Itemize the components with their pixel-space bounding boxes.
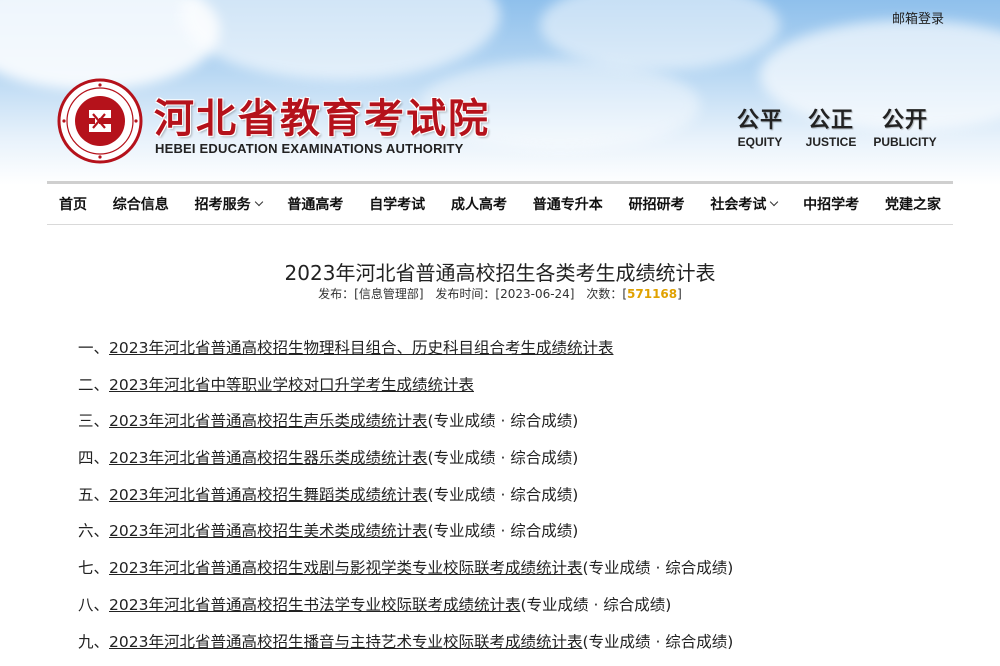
nav-label: 社会考试 bbox=[710, 194, 766, 214]
nav-item-gaokao[interactable]: 普通高考 bbox=[287, 194, 343, 214]
motto-cn: 公开 bbox=[866, 106, 944, 134]
motto-cn: 公平 bbox=[721, 106, 799, 134]
publisher-value: [信息管理部] bbox=[354, 287, 423, 301]
item-number: 九、 bbox=[78, 633, 109, 651]
item-number: 一、 bbox=[78, 339, 109, 357]
item-link[interactable]: 2023年河北省普通高校招生物理科目组合、历史科目组合考生成绩统计表 bbox=[109, 339, 613, 357]
bracket-close: ] bbox=[677, 287, 682, 301]
motto-cn: 公正 bbox=[792, 106, 870, 134]
item-number: 七、 bbox=[78, 559, 109, 577]
list-item: 九、2023年河北省普通高校招生播音与主持艺术专业校际联考成绩统计表(专业成绩 … bbox=[78, 630, 733, 666]
item-link[interactable]: 2023年河北省普通高校招生声乐类成绩统计表 bbox=[109, 412, 427, 430]
item-note: (专业成绩 · 综合成绩) bbox=[582, 633, 733, 651]
nav-item-upgrade-exam[interactable]: 普通专升本 bbox=[533, 194, 603, 214]
list-item: 六、2023年河北省普通高校招生美术类成绩统计表(专业成绩 · 综合成绩) bbox=[78, 519, 733, 556]
nav-label: 普通高考 bbox=[287, 194, 343, 214]
nav-label: 普通专升本 bbox=[533, 194, 603, 214]
publish-time: 发布时间：[2023-06-24] bbox=[435, 287, 574, 301]
motto-en: JUSTICE bbox=[792, 134, 870, 150]
motto-publicity: 公开 PUBLICITY bbox=[866, 106, 944, 150]
list-item: 一、2023年河北省普通高校招生物理科目组合、历史科目组合考生成绩统计表 bbox=[78, 336, 733, 373]
publisher-info: 发布：[信息管理部] bbox=[318, 287, 423, 301]
item-number: 六、 bbox=[78, 522, 109, 540]
list-item: 四、2023年河北省普通高校招生器乐类成绩统计表(专业成绩 · 综合成绩) bbox=[78, 446, 733, 483]
nav-item-adult-exam[interactable]: 成人高考 bbox=[451, 194, 507, 214]
nav-item-middle-school-exam[interactable]: 中招学考 bbox=[803, 194, 859, 214]
item-number: 二、 bbox=[78, 376, 109, 394]
list-item: 二、2023年河北省中等职业学校对口升学考生成绩统计表 bbox=[78, 373, 733, 410]
item-link[interactable]: 2023年河北省普通高校招生戏剧与影视学类专业校际联考成绩统计表 bbox=[109, 559, 582, 577]
view-count: 次数：[571168] bbox=[586, 287, 682, 301]
item-link[interactable]: 2023年河北省中等职业学校对口升学考生成绩统计表 bbox=[109, 376, 474, 394]
authority-seal-logo bbox=[57, 78, 143, 164]
nav-label: 党建之家 bbox=[885, 194, 941, 214]
list-item: 七、2023年河北省普通高校招生戏剧与影视学类专业校际联考成绩统计表(专业成绩 … bbox=[78, 556, 733, 593]
item-note: (专业成绩 · 综合成绩) bbox=[427, 522, 578, 540]
site-subtitle: HEBEI EDUCATION EXAMINATIONS AUTHORITY bbox=[155, 141, 464, 156]
header-banner bbox=[0, 0, 1000, 185]
nav-item-graduate-exam[interactable]: 研招研考 bbox=[629, 194, 685, 214]
nav-item-party-building[interactable]: 党建之家 bbox=[885, 194, 941, 214]
publish-time-value: [2023-06-24] bbox=[495, 287, 574, 301]
item-link[interactable]: 2023年河北省普通高校招生器乐类成绩统计表 bbox=[109, 449, 427, 467]
chevron-down-icon bbox=[770, 198, 778, 206]
email-login-link[interactable]: 邮箱登录 bbox=[892, 8, 944, 27]
item-number: 五、 bbox=[78, 486, 109, 504]
list-item: 三、2023年河北省普通高校招生声乐类成绩统计表(专业成绩 · 综合成绩) bbox=[78, 409, 733, 446]
nav-label: 招考服务 bbox=[195, 194, 251, 214]
item-link[interactable]: 2023年河北省普通高校招生美术类成绩统计表 bbox=[109, 522, 427, 540]
item-link[interactable]: 2023年河北省普通高校招生舞蹈类成绩统计表 bbox=[109, 486, 427, 504]
motto-en: EQUITY bbox=[721, 134, 799, 150]
nav-label: 综合信息 bbox=[113, 194, 169, 214]
score-table-list: 一、2023年河北省普通高校招生物理科目组合、历史科目组合考生成绩统计表 二、2… bbox=[78, 336, 733, 666]
item-note: (专业成绩 · 综合成绩) bbox=[520, 596, 671, 614]
site-title: 河北省教育考试院 bbox=[154, 86, 490, 144]
item-link[interactable]: 2023年河北省普通高校招生播音与主持艺术专业校际联考成绩统计表 bbox=[109, 633, 582, 651]
motto-equity: 公平 EQUITY bbox=[721, 106, 799, 150]
view-count-value: 571168 bbox=[627, 287, 677, 301]
item-note: (专业成绩 · 综合成绩) bbox=[427, 486, 578, 504]
chevron-down-icon bbox=[254, 198, 262, 206]
item-note: (专业成绩 · 综合成绩) bbox=[582, 559, 733, 577]
nav-label: 中招学考 bbox=[803, 194, 859, 214]
nav-item-general-info[interactable]: 综合信息 bbox=[113, 194, 169, 214]
article-meta: 发布：[信息管理部] 发布时间：[2023-06-24] 次数：[571168] bbox=[0, 285, 1000, 302]
view-count-label: 次数： bbox=[586, 287, 622, 301]
item-number: 三、 bbox=[78, 412, 109, 430]
item-number: 八、 bbox=[78, 596, 109, 614]
item-link[interactable]: 2023年河北省普通高校招生书法学专业校际联考成绩统计表 bbox=[109, 596, 520, 614]
motto-justice: 公正 JUSTICE bbox=[792, 106, 870, 150]
nav-label: 研招研考 bbox=[629, 194, 685, 214]
item-number: 四、 bbox=[78, 449, 109, 467]
list-item: 五、2023年河北省普通高校招生舞蹈类成绩统计表(专业成绩 · 综合成绩) bbox=[78, 483, 733, 520]
nav-item-self-study-exam[interactable]: 自学考试 bbox=[369, 194, 425, 214]
nav-label: 自学考试 bbox=[369, 194, 425, 214]
item-note: (专业成绩 · 综合成绩) bbox=[427, 449, 578, 467]
publisher-label: 发布： bbox=[318, 287, 354, 301]
nav-label: 成人高考 bbox=[451, 194, 507, 214]
nav-item-home[interactable]: 首页 bbox=[59, 194, 87, 214]
item-note: (专业成绩 · 综合成绩) bbox=[427, 412, 578, 430]
article-title: 2023年河北省普通高校招生各类考生成绩统计表 bbox=[0, 257, 1000, 286]
nav-item-exam-services[interactable]: 招考服务 bbox=[195, 194, 262, 214]
main-nav: 首页 综合信息 招考服务 普通高考 自学考试 成人高考 普通专升本 研招研考 社… bbox=[47, 181, 953, 225]
motto-en: PUBLICITY bbox=[866, 134, 944, 150]
nav-item-social-exams[interactable]: 社会考试 bbox=[710, 194, 777, 214]
publish-time-label: 发布时间： bbox=[435, 287, 495, 301]
nav-label: 首页 bbox=[59, 194, 87, 214]
list-item: 八、2023年河北省普通高校招生书法学专业校际联考成绩统计表(专业成绩 · 综合… bbox=[78, 593, 733, 630]
